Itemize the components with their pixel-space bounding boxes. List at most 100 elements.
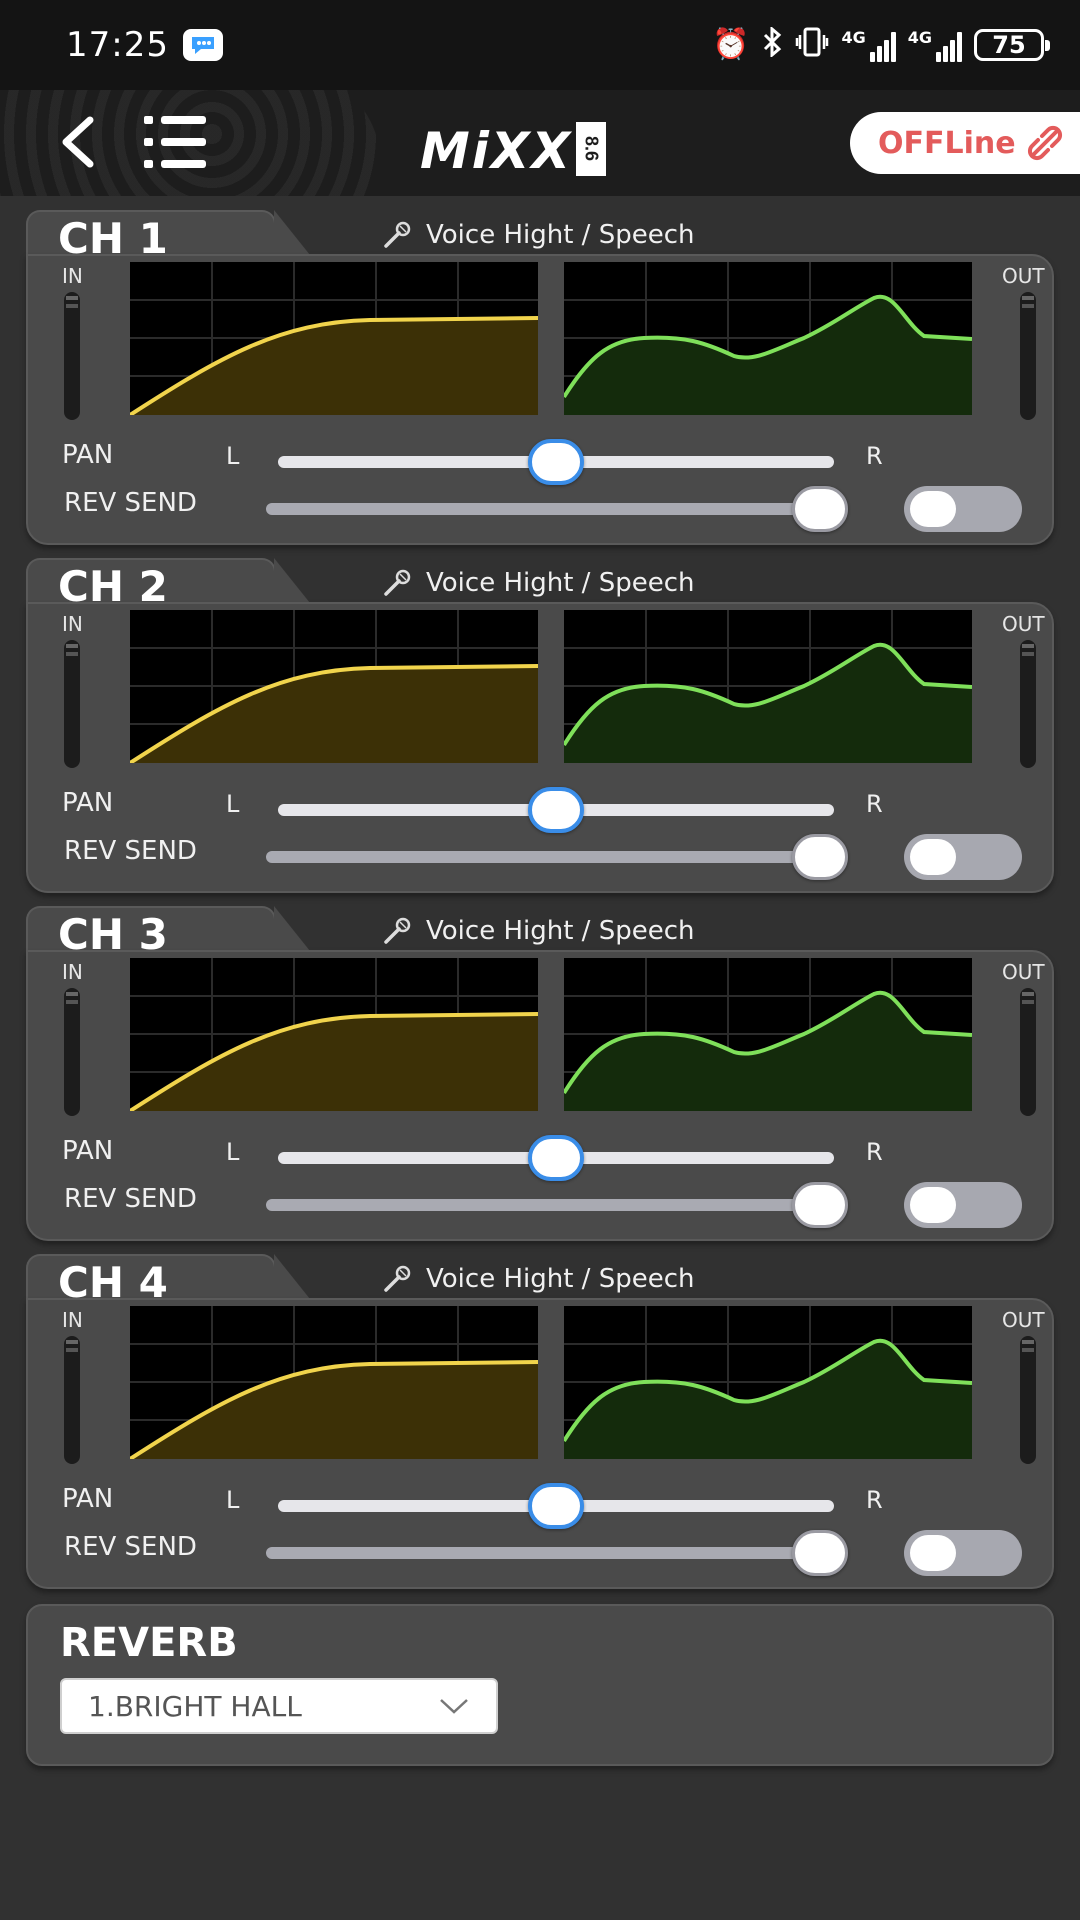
rev-send-slider[interactable] xyxy=(266,1547,844,1559)
rev-send-slider[interactable] xyxy=(266,1199,844,1211)
eq-curve-graph[interactable] xyxy=(564,958,972,1111)
rev-send-slider-thumb[interactable] xyxy=(792,1182,848,1228)
rev-send-slider[interactable] xyxy=(266,503,844,515)
input-curve-graph[interactable] xyxy=(130,1306,538,1459)
signal-bar xyxy=(950,40,955,62)
signal-bar xyxy=(957,32,962,62)
pan-slider-thumb[interactable] xyxy=(528,1135,584,1181)
app-logo: MiXX 8.6 xyxy=(420,116,606,176)
rev-send-slider[interactable] xyxy=(266,851,844,863)
reverb-toggle[interactable] xyxy=(904,834,1022,880)
pan-slider-thumb[interactable] xyxy=(528,1483,584,1529)
reverb-toggle-knob xyxy=(910,491,956,527)
microphone-icon xyxy=(384,221,411,248)
rev-send-label: REV SEND xyxy=(64,1532,197,1562)
channel-title: CH 3 xyxy=(58,910,168,959)
reverb-select-value: 1.BRIGHT HALL xyxy=(88,1689,302,1723)
input-curve-svg xyxy=(130,1306,538,1459)
input-curve-svg xyxy=(130,610,538,763)
channel-card-4: CH 4 Voice Hight / Speech IN OUT PAN L R… xyxy=(26,1254,1054,1589)
signal-bar xyxy=(883,40,889,62)
battery-icon: 75 xyxy=(974,29,1050,61)
logo-badge: 8.6 xyxy=(576,122,606,176)
menu-icon xyxy=(144,138,206,146)
rev-send-slider-thumb[interactable] xyxy=(792,486,848,532)
connection-status-button[interactable]: OFFLine xyxy=(850,112,1080,174)
signal-bar xyxy=(936,52,941,62)
channel-card-1: CH 1 Voice Hight / Speech IN OUT PAN L R… xyxy=(26,210,1054,545)
signal-bar xyxy=(876,46,882,62)
reverb-select[interactable]: 1.BRIGHT HALL xyxy=(60,1678,498,1734)
pan-slider-thumb[interactable] xyxy=(528,787,584,833)
input-curve-graph[interactable] xyxy=(130,262,538,415)
output-label: OUT xyxy=(1002,612,1045,636)
eq-curve-svg xyxy=(564,1306,972,1459)
pan-label: PAN xyxy=(62,1484,114,1514)
back-icon xyxy=(62,116,94,168)
channel-title: CH 1 xyxy=(58,214,168,263)
channel-preset[interactable]: Voice Hight / Speech xyxy=(382,1264,694,1294)
input-curve-svg xyxy=(130,262,538,415)
signal-icon: 4G xyxy=(908,28,962,62)
rev-send-slider-thumb[interactable] xyxy=(792,834,848,880)
microphone-icon xyxy=(384,917,411,944)
reverb-toggle-knob xyxy=(910,1187,956,1223)
reverb-title: REVERB xyxy=(60,1620,238,1666)
eq-curve-graph[interactable] xyxy=(564,262,972,415)
reverb-toggle[interactable] xyxy=(904,486,1022,532)
channel-preset-label: Voice Hight / Speech xyxy=(426,916,695,946)
output-meter xyxy=(1020,988,1036,1116)
pan-label: PAN xyxy=(62,440,114,470)
status-bar: 17:25 ⏰ 4G 4G 75 xyxy=(0,0,1080,90)
input-curve-svg xyxy=(130,958,538,1111)
pan-label: PAN xyxy=(62,788,114,818)
microphone-icon xyxy=(384,569,411,596)
pan-right-label: R xyxy=(866,1138,883,1166)
pan-right-label: R xyxy=(866,1486,883,1514)
menu-button[interactable] xyxy=(144,116,206,168)
input-label: IN xyxy=(62,612,83,636)
eq-curve-graph[interactable] xyxy=(564,610,972,763)
channel-card-3: CH 3 Voice Hight / Speech IN OUT PAN L R… xyxy=(26,906,1054,1241)
pan-slider-thumb[interactable] xyxy=(528,439,584,485)
pan-label: PAN xyxy=(62,1136,114,1166)
pan-right-label: R xyxy=(866,790,883,818)
input-label: IN xyxy=(62,1308,83,1332)
channel-preset[interactable]: Voice Hight / Speech xyxy=(382,916,694,946)
rev-send-label: REV SEND xyxy=(64,836,197,866)
channel-preset-label: Voice Hight / Speech xyxy=(426,220,695,250)
input-curve-graph[interactable] xyxy=(130,610,538,763)
output-label: OUT xyxy=(1002,264,1045,288)
eq-curve-svg xyxy=(564,958,972,1111)
bluetooth-icon xyxy=(761,25,783,63)
menu-icon xyxy=(144,160,206,168)
status-right: ⏰ 4G 4G 75 xyxy=(712,25,1050,63)
vibrate-icon xyxy=(795,27,829,63)
output-meter xyxy=(1020,1336,1036,1464)
signal-bar xyxy=(890,32,896,62)
input-meter xyxy=(64,988,80,1116)
link-off-icon xyxy=(1027,125,1062,161)
output-label: OUT xyxy=(1002,1308,1045,1332)
eq-curve-graph[interactable] xyxy=(564,1306,972,1459)
channel-preset[interactable]: Voice Hight / Speech xyxy=(382,220,694,250)
clock: 17:25 xyxy=(66,25,169,65)
menu-icon xyxy=(144,116,206,124)
pan-left-label: L xyxy=(226,1138,240,1166)
back-button[interactable] xyxy=(50,110,106,174)
pan-right-label: R xyxy=(866,442,883,470)
rev-send-slider-thumb[interactable] xyxy=(792,1530,848,1576)
channel-preset[interactable]: Voice Hight / Speech xyxy=(382,568,694,598)
rev-send-label: REV SEND xyxy=(64,488,197,518)
input-meter xyxy=(64,640,80,768)
connection-status-label: OFFLine xyxy=(878,125,1016,161)
reverb-toggle[interactable] xyxy=(904,1530,1022,1576)
channel-preset-label: Voice Hight / Speech xyxy=(426,568,695,598)
channel-card-2: CH 2 Voice Hight / Speech IN OUT PAN L R… xyxy=(26,558,1054,893)
status-left: 17:25 xyxy=(66,25,223,65)
battery-level: 75 xyxy=(992,31,1026,59)
pan-left-label: L xyxy=(226,442,240,470)
reverb-toggle[interactable] xyxy=(904,1182,1022,1228)
input-curve-graph[interactable] xyxy=(130,958,538,1111)
reverb-toggle-knob xyxy=(910,1535,956,1571)
